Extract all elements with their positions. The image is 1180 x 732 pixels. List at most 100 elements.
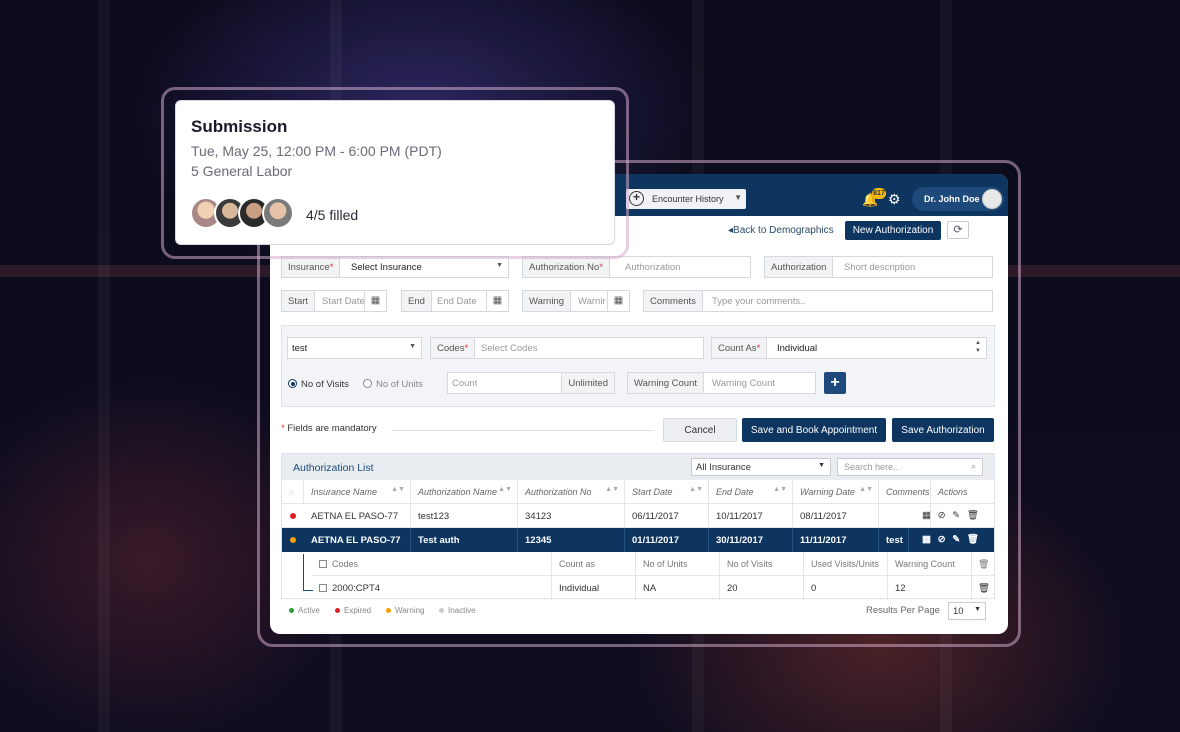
refresh-icon[interactable]: ⟳	[947, 221, 969, 239]
status-column: ○	[282, 480, 304, 504]
status-dot-warning	[290, 537, 296, 543]
filled-count: 4/5 filled	[306, 207, 359, 223]
cell-auth-name: test123	[411, 504, 518, 528]
calendar-icon[interactable]: ▦	[607, 291, 629, 311]
divider	[392, 430, 654, 431]
chevron-down-icon: ▼	[734, 193, 742, 202]
legend-expired: Expired	[335, 606, 371, 615]
codes-label: Codes*	[431, 338, 476, 358]
row-actions[interactable]: ▦ ⊘ ✎ 🗑	[922, 534, 981, 545]
table-row[interactable]: AETNA EL PASO-77 test123 34123 06/11/201…	[282, 504, 994, 528]
column-start-date[interactable]: Start Date ▲▼	[625, 480, 709, 504]
encounter-history-label: Encounter History	[652, 194, 724, 204]
authorization-list: Authorization List All Insurance ▼ Search…	[281, 453, 995, 600]
table-header: ○ Insurance Name ▲▼ Authorization Name ▲▼ …	[282, 480, 994, 504]
sub-cell-visits: 20	[720, 576, 804, 600]
chevron-down-icon: ▼	[818, 462, 825, 469]
warning-count-field[interactable]: Warning Count Warning Count	[627, 372, 816, 394]
sub-cell-used: 0	[804, 576, 888, 600]
insurance-filter-select[interactable]: All Insurance ▼	[691, 458, 831, 476]
start-placeholder: Start Date	[322, 296, 365, 307]
gear-icon[interactable]: ⚙	[888, 191, 901, 208]
tree-connector	[303, 554, 304, 590]
column-comments: Comments	[879, 480, 931, 504]
back-to-demographics-link[interactable]: ◂Back to Demographics	[728, 225, 834, 236]
end-placeholder: End Date	[437, 296, 477, 307]
checkbox[interactable]	[319, 584, 327, 592]
warning-label: Warning	[523, 291, 572, 311]
card-role: 5 General Labor	[191, 163, 293, 179]
legend-active: Active	[289, 606, 320, 615]
cancel-button[interactable]: Cancel	[663, 418, 737, 442]
column-authorization-name[interactable]: Authorization Name ▲▼	[411, 480, 518, 504]
calendar-icon[interactable]: ▦	[486, 291, 508, 311]
count-as-label: Count As*	[712, 338, 768, 358]
new-authorization-button[interactable]: New Authorization	[845, 221, 941, 240]
unlimited-toggle[interactable]: Unlimited	[561, 373, 614, 393]
count-as-select[interactable]: Count As* Individual ▲ ▼	[711, 337, 987, 359]
sub-column-units: No of Units	[636, 552, 720, 576]
sub-column-used: Used Visits/Units	[804, 552, 888, 576]
sub-table-row[interactable]: 2000:CPT4 Individual NA 20 0 12 🗑	[312, 576, 994, 600]
list-title: Authorization List	[293, 462, 374, 474]
mandatory-note: * Fields are mandatory	[281, 423, 377, 434]
radio-dot	[363, 379, 372, 388]
sub-column-visits: No of Visits	[720, 552, 804, 576]
cell-insurance: AETNA EL PASO-77	[304, 504, 411, 528]
add-code-button[interactable]: +	[824, 372, 846, 394]
column-end-date[interactable]: End Date ▲▼	[709, 480, 793, 504]
column-authorization-no[interactable]: Authorization No ▲▼	[518, 480, 625, 504]
cell-auth-no: 12345	[518, 528, 625, 552]
warning-count-label: Warning Count	[628, 373, 705, 393]
chevron-down-icon: ▼	[974, 606, 981, 613]
spinner-icon: ▲ ▼	[975, 340, 981, 354]
sub-cell-code: 2000:CPT4	[312, 576, 552, 600]
codes-select[interactable]: Codes* Select Codes	[430, 337, 704, 359]
warning-date-field[interactable]: Warning Warnir ▦	[522, 290, 630, 312]
trash-icon[interactable]: 🗑	[972, 576, 994, 600]
cell-warning-date: 08/11/2017	[793, 504, 879, 528]
notification-badge: 817	[872, 188, 886, 199]
end-date-field[interactable]: End End Date ▦	[401, 290, 509, 312]
cell-comments: test	[879, 528, 909, 552]
user-name: Dr. John Doe	[924, 194, 980, 204]
start-label: Start	[282, 291, 316, 311]
save-authorization-button[interactable]: Save Authorization	[892, 418, 994, 442]
column-insurance-name[interactable]: Insurance Name ▲▼	[304, 480, 411, 504]
radio-dot	[288, 379, 297, 388]
count-as-value: Individual	[777, 343, 818, 354]
cell-auth-name: Test auth	[411, 528, 518, 552]
save-and-book-button[interactable]: Save and Book Appointment	[742, 418, 886, 442]
cell-insurance: AETNA EL PASO-77	[304, 528, 411, 552]
insurance-label: Insurance*	[282, 257, 341, 277]
sub-column-count-as: Count as	[552, 552, 636, 576]
chevron-down-icon: ▼	[496, 262, 503, 269]
chevron-down-icon: ▼	[409, 343, 416, 350]
type-select[interactable]: test ▼	[287, 337, 422, 359]
column-warning-date[interactable]: Warning Date ▲▼	[793, 480, 879, 504]
user-menu[interactable]: Dr. John Doe	[912, 187, 1004, 211]
plus-circle-icon: +	[629, 191, 644, 206]
radio-no-of-units[interactable]: No of Units	[363, 379, 423, 390]
count-field[interactable]: Count Unlimited	[447, 372, 615, 394]
insurance-select[interactable]: Insurance* Select Insurance ▼	[281, 256, 509, 278]
results-per-page-select[interactable]: 10 ▼	[948, 602, 986, 620]
trash-icon[interactable]: 🗑	[972, 552, 994, 576]
checkbox[interactable]	[319, 560, 327, 568]
type-value: test	[292, 343, 308, 354]
calendar-icon[interactable]: ▦	[364, 291, 386, 311]
sub-column-warning-count: Warning Count	[888, 552, 972, 576]
radio-no-of-visits[interactable]: No of Visits	[288, 379, 349, 390]
authorization-description-field[interactable]: Authorization Short description	[764, 256, 993, 278]
list-header: Authorization List All Insurance ▼ Search…	[282, 454, 994, 480]
row-actions[interactable]: ▦ ⊘ ✎ 🗑	[922, 510, 981, 521]
authorization-no-field[interactable]: Authorization No* Authorization	[522, 256, 751, 278]
comments-field[interactable]: Comments Type your comments..	[643, 290, 993, 312]
legend-warning: Warning	[386, 606, 425, 615]
search-input[interactable]: Search here.. ⌕	[837, 458, 983, 476]
start-date-field[interactable]: Start Start Date ▦	[281, 290, 387, 312]
encounter-history-dropdown[interactable]: + Encounter History ▼	[626, 189, 746, 209]
table-row-selected[interactable]: AETNA EL PASO-77 Test auth 12345 01/11/2…	[282, 528, 994, 552]
auth-no-label: Authorization No*	[523, 257, 610, 277]
authorization-label: Authorization	[765, 257, 834, 277]
